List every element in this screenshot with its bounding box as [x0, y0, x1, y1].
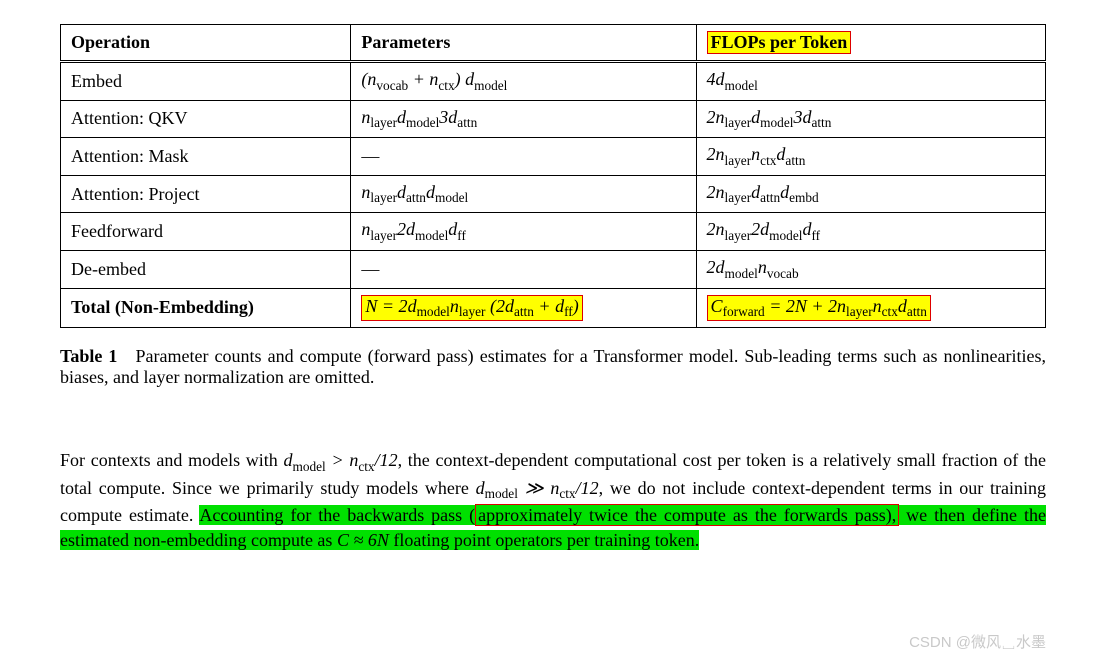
op-params: nlayerdattndmodel	[351, 175, 696, 213]
green-highlight: Accounting for the backwards pass (appro…	[60, 505, 1046, 549]
table-header-row: Operation Parameters FLOPs per Token	[61, 25, 1046, 62]
op-flops: 2dmodelnvocab	[696, 250, 1045, 288]
op-params: —	[351, 138, 696, 176]
op-name: Attention: Mask	[61, 138, 351, 176]
compute-formula: C ≈ 6N	[337, 530, 389, 550]
op-flops: 2nlayer2dmodeldff	[696, 213, 1045, 251]
para-seg: For contexts and models with	[60, 450, 283, 470]
op-flops: 2nlayernctxdattn	[696, 138, 1045, 176]
op-params: nlayer2dmodeldff	[351, 213, 696, 251]
total-flops: Cforward = 2N + 2nlayernctxdattn	[696, 288, 1045, 328]
table-total-row: Total (Non-Embedding) N = 2dmodelnlayer …	[61, 288, 1046, 328]
body-paragraph: For contexts and models with dmodel > nc…	[60, 448, 1046, 552]
table-row: Attention: QKV nlayerdmodel3dattn 2nlaye…	[61, 100, 1046, 138]
op-name: Embed	[61, 62, 351, 101]
caption-text: Parameter counts and compute (forward pa…	[60, 346, 1046, 387]
col-flops: FLOPs per Token	[696, 25, 1045, 62]
caption-lead: Table 1	[60, 346, 117, 366]
total-params: N = 2dmodelnlayer (2dattn + dff)	[351, 288, 696, 328]
total-flops-highlight: Cforward = 2N + 2nlayernctxdattn	[707, 295, 931, 322]
op-flops: 2nlayerdmodel3dattn	[696, 100, 1045, 138]
red-outline: approximately twice the compute as the f…	[475, 504, 899, 526]
op-name: Attention: Project	[61, 175, 351, 213]
hl-seg: floating point operators per training to…	[389, 530, 699, 550]
table-row: De-embed — 2dmodelnvocab	[61, 250, 1046, 288]
flops-table: Operation Parameters FLOPs per Token Emb…	[60, 24, 1046, 328]
op-flops: 4dmodel	[696, 62, 1045, 101]
table-row: Embed (nvocab + nctx) dmodel 4dmodel	[61, 62, 1046, 101]
op-params: nlayerdmodel3dattn	[351, 100, 696, 138]
hl-seg: Accounting for the backwards pass (	[199, 505, 475, 525]
col-operation: Operation	[61, 25, 351, 62]
op-name: Attention: QKV	[61, 100, 351, 138]
cond-1: dmodel > nctx/12	[283, 450, 397, 470]
op-params: (nvocab + nctx) dmodel	[351, 62, 696, 101]
table-row: Attention: Project nlayerdattndmodel 2nl…	[61, 175, 1046, 213]
table-caption: Table 1 Parameter counts and compute (fo…	[60, 346, 1046, 388]
flops-header-highlight: FLOPs per Token	[707, 31, 852, 54]
op-name: Feedforward	[61, 213, 351, 251]
total-params-highlight: N = 2dmodelnlayer (2dattn + dff)	[361, 295, 582, 322]
op-flops: 2nlayerdattndembd	[696, 175, 1045, 213]
col-parameters: Parameters	[351, 25, 696, 62]
table-row: Attention: Mask — 2nlayernctxdattn	[61, 138, 1046, 176]
table-row: Feedforward nlayer2dmodeldff 2nlayer2dmo…	[61, 213, 1046, 251]
total-label: Total (Non-Embedding)	[61, 288, 351, 328]
op-params: —	[351, 250, 696, 288]
watermark: CSDN @微风␣水墨	[909, 631, 1046, 652]
op-name: De-embed	[61, 250, 351, 288]
cond-2: dmodel ≫ nctx/12	[476, 478, 599, 498]
